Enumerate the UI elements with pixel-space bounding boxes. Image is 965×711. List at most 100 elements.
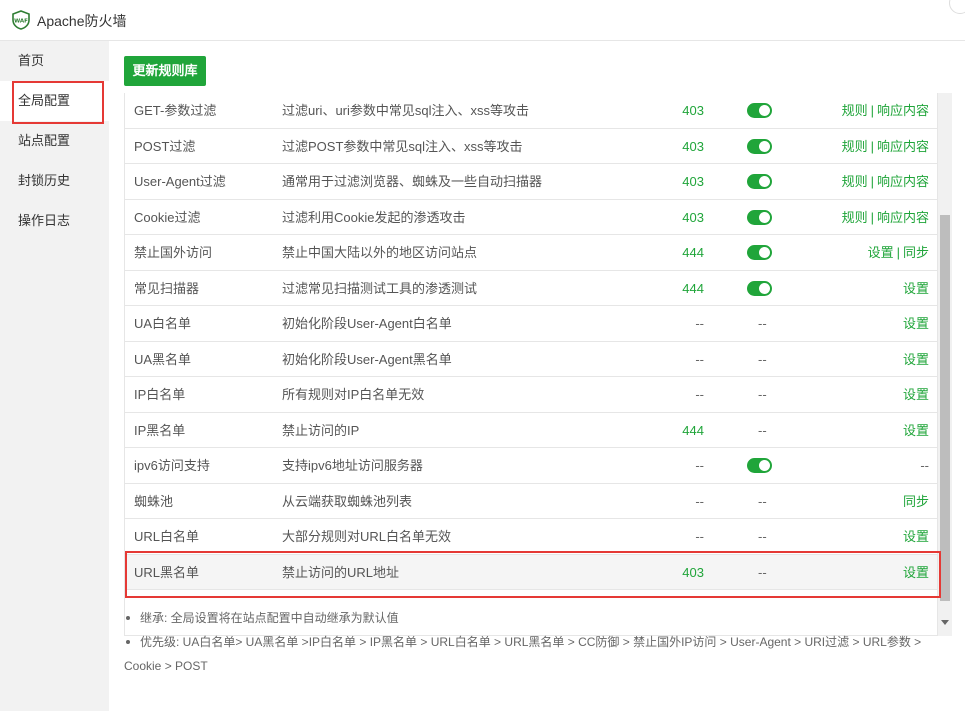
rules-table: GET-参数过滤 过滤uri、uri参数中常见sql注入、xss等攻击 403 规则 |… bbox=[124, 93, 938, 636]
rule-name: IP黑名单 bbox=[134, 422, 186, 438]
op-link[interactable]: 响应内容 bbox=[877, 210, 929, 225]
rule-operations: -- bbox=[920, 448, 929, 483]
toggle-on-icon[interactable] bbox=[747, 138, 772, 154]
rule-name: GET-参数过滤 bbox=[134, 103, 217, 118]
rule-response-code[interactable]: 444 bbox=[682, 413, 704, 448]
table-row: POST过滤 过滤POST参数中常见sql注入、xss等攻击 403 规则 | 响应内容 bbox=[125, 129, 937, 164]
rule-description: 禁止访问的IP bbox=[282, 422, 360, 438]
table-row: Cookie过滤 过滤利用Cookie发起的渗透攻击 403 规则 | 响应内容 bbox=[125, 200, 937, 235]
op-link[interactable]: 规则 bbox=[842, 174, 868, 189]
op-link[interactable]: 设置 bbox=[868, 245, 894, 260]
rule-response-code[interactable]: 403 bbox=[682, 129, 704, 164]
rule-toggle-switch[interactable] bbox=[747, 209, 772, 225]
table-row: URL白名单 大部分规则对URL白名单无效 -- -- 设置 bbox=[125, 519, 937, 555]
op-link[interactable]: 同步 bbox=[903, 494, 929, 509]
op-link[interactable]: 规则 bbox=[842, 103, 868, 118]
rule-toggle-switch[interactable] bbox=[747, 458, 772, 473]
op-link[interactable]: 规则 bbox=[842, 139, 868, 154]
rule-toggle-switch[interactable] bbox=[747, 103, 772, 118]
op-link[interactable]: 规则 bbox=[842, 210, 868, 225]
rule-operations: 设置 bbox=[903, 413, 929, 448]
table-row: 常见扫描器 过滤常见扫描测试工具的渗透测试 444 设置 bbox=[125, 271, 937, 306]
table-row: UA黑名单 初始化阶段User-Agent黑名单 -- -- 设置 bbox=[125, 342, 937, 377]
toggle-knob bbox=[759, 140, 770, 152]
table-scrollbar[interactable] bbox=[938, 93, 952, 636]
rule-response-code: -- bbox=[695, 493, 704, 509]
sidebar: 首页 全局配置 站点配置 封锁历史 操作日志 bbox=[0, 41, 109, 711]
rule-description: 禁止访问的URL地址 bbox=[282, 564, 400, 580]
op-separator: | bbox=[870, 174, 874, 189]
rule-toggle-empty: -- bbox=[758, 529, 767, 544]
rule-response-code[interactable]: 403 bbox=[682, 200, 704, 235]
toggle-on-icon[interactable] bbox=[747, 280, 772, 296]
op-link[interactable]: 设置 bbox=[903, 352, 929, 367]
rule-response-code[interactable]: 403 bbox=[682, 164, 704, 199]
toggle-on-icon[interactable] bbox=[747, 245, 772, 260]
rule-toggle-switch[interactable] bbox=[747, 174, 772, 189]
rule-operations: 规则 | 响应内容 bbox=[842, 93, 929, 128]
rule-toggle-switch[interactable] bbox=[747, 138, 772, 154]
close-button[interactable] bbox=[949, 0, 965, 14]
rule-operations: 设置 bbox=[903, 306, 929, 341]
sidebar-item-1[interactable]: 全局配置 bbox=[0, 81, 109, 121]
rule-name: IP白名单 bbox=[134, 387, 186, 402]
rule-description: 过滤POST参数中常见sql注入、xss等攻击 bbox=[282, 138, 523, 154]
op-empty: -- bbox=[920, 458, 929, 473]
bullet-icon bbox=[126, 615, 130, 620]
table-row: User-Agent过滤 通常用于过滤浏览器、蜘蛛及一些自动扫描器 403 规则 | 响应… bbox=[125, 164, 937, 200]
toggle-knob bbox=[759, 247, 770, 258]
rule-name: 蜘蛛池 bbox=[134, 493, 174, 509]
table-row: IP白名单 所有规则对IP白名单无效 -- -- 设置 bbox=[125, 377, 937, 413]
op-link[interactable]: 同步 bbox=[903, 245, 929, 260]
toggle-on-icon[interactable] bbox=[747, 103, 772, 118]
op-link[interactable]: 响应内容 bbox=[877, 139, 929, 154]
rule-response-code[interactable]: 403 bbox=[682, 93, 704, 128]
sidebar-item-0[interactable]: 首页 bbox=[0, 41, 109, 81]
toggle-knob bbox=[759, 460, 770, 471]
op-link[interactable]: 设置 bbox=[903, 565, 929, 580]
op-link[interactable]: 设置 bbox=[903, 281, 929, 296]
rule-response-code: -- bbox=[695, 387, 704, 402]
op-link[interactable]: 设置 bbox=[903, 423, 929, 438]
rule-response-code[interactable]: 403 bbox=[682, 555, 704, 590]
op-link[interactable]: 设置 bbox=[903, 387, 929, 402]
rule-name: UA黑名单 bbox=[134, 351, 192, 367]
toggle-on-icon[interactable] bbox=[747, 209, 772, 225]
sidebar-item-3[interactable]: 封锁历史 bbox=[0, 161, 109, 201]
toggle-knob bbox=[759, 176, 770, 187]
toggle-on-icon[interactable] bbox=[747, 458, 772, 473]
rule-response-code[interactable]: 444 bbox=[682, 235, 704, 270]
rule-operations: 规则 | 响应内容 bbox=[842, 164, 929, 199]
rule-operations: 设置 bbox=[903, 555, 929, 590]
rule-toggle-empty: -- bbox=[758, 351, 767, 367]
op-link[interactable]: 响应内容 bbox=[877, 174, 929, 189]
window-title: Apache防火墙 bbox=[37, 13, 127, 29]
op-link[interactable]: 响应内容 bbox=[877, 103, 929, 118]
op-link[interactable]: 设置 bbox=[903, 316, 929, 331]
table-row: GET-参数过滤 过滤uri、uri参数中常见sql注入、xss等攻击 403 规则 |… bbox=[125, 93, 937, 129]
rule-toggle-switch[interactable] bbox=[747, 280, 772, 296]
rule-response-code: -- bbox=[695, 529, 704, 544]
main-panel: 更新规则库 GET-参数过滤 过滤uri、uri参数中常见sql注入、xss等攻击… bbox=[109, 41, 965, 711]
scrollbar-thumb[interactable] bbox=[940, 215, 950, 601]
rule-name: User-Agent过滤 bbox=[134, 174, 226, 189]
svg-text:WAF: WAF bbox=[14, 19, 28, 25]
sidebar-item-4[interactable]: 操作日志 bbox=[0, 201, 109, 241]
toggle-knob bbox=[759, 105, 770, 116]
op-separator: | bbox=[896, 245, 900, 260]
rule-response-code[interactable]: 444 bbox=[682, 271, 704, 306]
update-rules-button[interactable]: 更新规则库 bbox=[124, 56, 206, 86]
op-link[interactable]: 设置 bbox=[903, 529, 929, 544]
rule-name: 禁止国外访问 bbox=[134, 245, 213, 260]
rule-toggle-empty: -- bbox=[758, 493, 767, 509]
rule-toggle-switch[interactable] bbox=[747, 245, 772, 260]
rule-description: 大部分规则对URL白名单无效 bbox=[282, 529, 452, 544]
rule-operations: 设置 bbox=[903, 377, 929, 412]
toggle-on-icon[interactable] bbox=[747, 174, 772, 189]
sidebar-item-2[interactable]: 站点配置 bbox=[0, 121, 109, 161]
rule-description: 初始化阶段User-Agent黑名单 bbox=[282, 351, 452, 367]
table-row: URL黑名单 禁止访问的URL地址 403 -- 设置 bbox=[125, 554, 937, 590]
table-row: ipv6访问支持 支持ipv6地址访问服务器 -- -- bbox=[125, 448, 937, 484]
rule-toggle-empty: -- bbox=[758, 316, 767, 331]
rule-name: Cookie过滤 bbox=[134, 209, 201, 225]
